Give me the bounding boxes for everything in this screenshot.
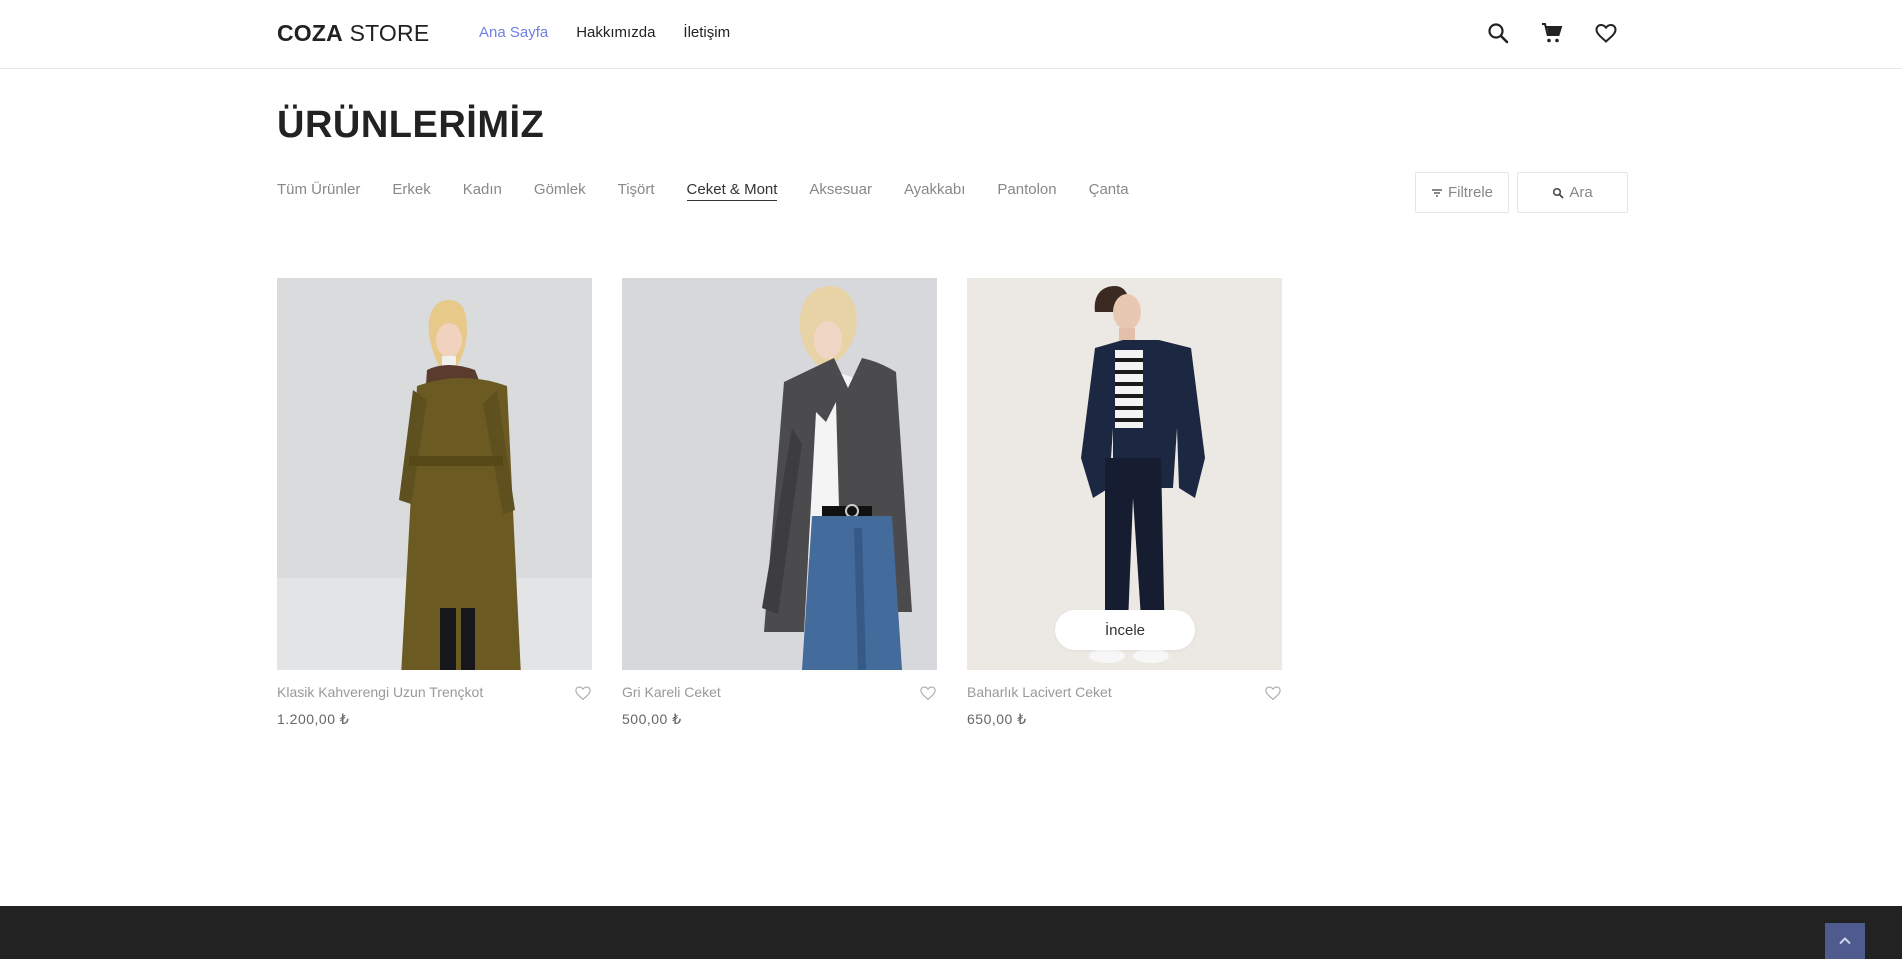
product-name[interactable]: Baharlık Lacivert Ceket xyxy=(967,684,1282,700)
cart-icon[interactable] xyxy=(1538,19,1566,47)
back-to-top-button[interactable] xyxy=(1825,923,1865,959)
product-image[interactable]: İncele xyxy=(967,278,1282,670)
product-card: Gri Kareli Ceket 500,00 ₺ xyxy=(622,278,937,734)
chevron-up-icon xyxy=(1839,937,1851,945)
search-small-icon xyxy=(1553,187,1564,199)
wishlist-heart-icon[interactable] xyxy=(1264,684,1282,702)
category-shoes[interactable]: Ayakkabı xyxy=(904,181,965,201)
quick-view-button[interactable]: İncele xyxy=(1055,610,1195,650)
logo-bold: COZA xyxy=(277,20,343,46)
logo[interactable]: COZA STORE xyxy=(277,20,429,47)
wishlist-heart-icon[interactable] xyxy=(574,684,592,702)
page-title: ÜRÜNLERİMİZ xyxy=(277,104,545,146)
category-men[interactable]: Erkek xyxy=(392,181,430,201)
main-nav: Ana Sayfa Hakkımızda İletişim xyxy=(479,24,730,41)
filter-button[interactable]: Filtrele xyxy=(1415,172,1509,213)
search-label: Ara xyxy=(1569,184,1593,201)
site-header: COZA STORE Ana Sayfa Hakkımızda İletişim xyxy=(0,0,1902,69)
product-name[interactable]: Klasik Kahverengi Uzun Trençkot xyxy=(277,684,592,700)
product-info: Klasik Kahverengi Uzun Trençkot 1.200,00… xyxy=(277,684,592,734)
category-shirt[interactable]: Gömlek xyxy=(534,181,586,201)
category-filter: Tüm Ürünler Erkek Kadın Gömlek Tişört Ce… xyxy=(277,181,1129,201)
header-icons xyxy=(1484,19,1620,47)
heart-icon[interactable] xyxy=(1592,19,1620,47)
site-footer xyxy=(0,906,1902,959)
product-card: İncele Baharlık Lacivert Ceket 650,00 ₺ xyxy=(967,278,1282,734)
product-price: 500,00 ₺ xyxy=(622,711,682,727)
filter-label: Filtrele xyxy=(1447,184,1493,201)
logo-light: STORE xyxy=(349,20,430,46)
wishlist-heart-icon[interactable] xyxy=(919,684,937,702)
category-accessory[interactable]: Aksesuar xyxy=(809,181,872,201)
product-photo-coat xyxy=(277,278,592,670)
category-pants[interactable]: Pantolon xyxy=(997,181,1056,201)
nav-home[interactable]: Ana Sayfa xyxy=(479,24,548,41)
nav-about[interactable]: Hakkımızda xyxy=(576,24,655,41)
category-jacket[interactable]: Ceket & Mont xyxy=(686,181,778,201)
product-card: Klasik Kahverengi Uzun Trençkot 1.200,00… xyxy=(277,278,592,734)
product-image[interactable] xyxy=(277,278,592,670)
search-toggle-button[interactable]: Ara xyxy=(1517,172,1628,213)
product-info: Baharlık Lacivert Ceket 650,00 ₺ xyxy=(967,684,1282,734)
filter-icon xyxy=(1431,188,1442,197)
product-price: 650,00 ₺ xyxy=(967,711,1027,727)
search-icon[interactable] xyxy=(1484,19,1512,47)
category-bag[interactable]: Çanta xyxy=(1089,181,1129,201)
category-all[interactable]: Tüm Ürünler xyxy=(277,181,360,201)
category-tshirt[interactable]: Tişört xyxy=(618,181,655,201)
product-image[interactable] xyxy=(622,278,937,670)
product-name[interactable]: Gri Kareli Ceket xyxy=(622,684,937,700)
category-women[interactable]: Kadın xyxy=(463,181,502,201)
product-price: 1.200,00 ₺ xyxy=(277,711,350,727)
nav-contact[interactable]: İletişim xyxy=(683,24,730,41)
product-photo-blazer xyxy=(622,278,937,670)
product-info: Gri Kareli Ceket 500,00 ₺ xyxy=(622,684,937,734)
